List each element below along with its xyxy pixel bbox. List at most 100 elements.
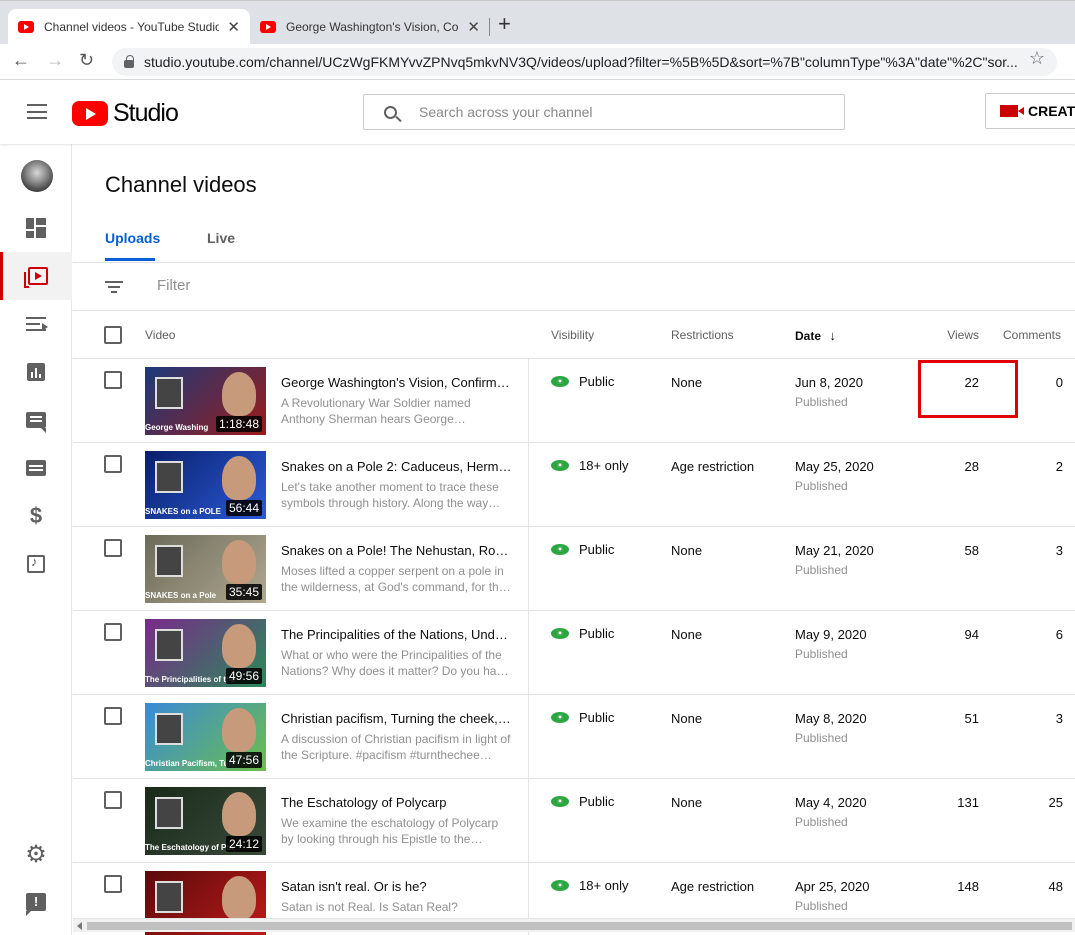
eye-icon xyxy=(551,376,569,387)
sidebar-item-playlists[interactable] xyxy=(0,300,72,348)
column-divider xyxy=(528,695,529,779)
visibility-label: Public xyxy=(579,542,615,557)
menu-icon[interactable] xyxy=(27,104,47,119)
video-table: George Washing 1:18:48 George Washington's… xyxy=(73,359,1075,935)
video-description: A Revolutionary War Soldier named Anthon… xyxy=(281,396,471,426)
sidebar-item-comments[interactable] xyxy=(0,396,72,444)
video-thumbnail[interactable]: George Washing 1:18:48 xyxy=(145,367,266,435)
sidebar-item-monetization[interactable]: $ xyxy=(0,492,72,540)
video-thumbnail[interactable]: Christian Pacifism, Turning t47:56 xyxy=(145,703,266,771)
video-title[interactable]: The Principalities of the Nations, Unde… xyxy=(281,627,513,642)
table-row[interactable]: The Principalities of the Nat49:56 The Pr… xyxy=(73,611,1075,695)
visibility-cell[interactable]: 18+ only xyxy=(551,878,629,893)
column-views[interactable]: Views xyxy=(919,328,979,342)
comments-cell: 3 xyxy=(1055,711,1063,726)
close-tab-icon[interactable]: ✕ xyxy=(467,18,480,36)
sidebar-item-analytics[interactable] xyxy=(0,348,72,396)
url-field[interactable]: studio.youtube.com/channel/UCzWgFKMYvvZP… xyxy=(112,48,1057,76)
row-checkbox[interactable] xyxy=(104,455,122,473)
video-thumbnail[interactable]: SNAKES on a Pole 35:45 xyxy=(145,535,266,603)
column-video: Video xyxy=(145,328,176,342)
video-title[interactable]: George Washington's Vision, Confirme… xyxy=(281,375,513,390)
visibility-cell[interactable]: Public xyxy=(551,710,614,725)
video-title[interactable]: Snakes on a Pole! The Nehustan, Rod … xyxy=(281,543,513,558)
column-restrictions[interactable]: Restrictions xyxy=(671,328,734,342)
video-duration: 35:45 xyxy=(225,584,262,600)
browser-tab-active[interactable]: Channel videos - YouTube Studio ✕ xyxy=(8,9,250,45)
studio-logo[interactable]: Studio xyxy=(72,99,179,128)
sidebar-item-settings[interactable]: ⚙ xyxy=(0,830,72,878)
table-row[interactable]: SNAKES on a POLE 56:44 Snakes on a Pole 2:… xyxy=(73,443,1075,527)
dashboard-icon xyxy=(26,218,46,238)
reload-icon[interactable]: ↻ xyxy=(79,50,94,71)
filter-input[interactable] xyxy=(157,277,457,294)
row-checkbox[interactable] xyxy=(104,791,122,809)
visibility-cell[interactable]: Public xyxy=(551,374,614,389)
column-visibility[interactable]: Visibility xyxy=(551,328,594,342)
video-thumbnail[interactable]: The Principalities of the Nat49:56 xyxy=(145,619,266,687)
presenter-image xyxy=(222,624,256,668)
visibility-cell[interactable]: Public xyxy=(551,794,614,809)
visibility-cell[interactable]: 18+ only xyxy=(551,458,629,473)
youtube-logo-icon xyxy=(72,101,108,126)
thumbnail-caption: SNAKES on a POLE xyxy=(145,507,222,516)
eye-icon xyxy=(551,796,569,807)
table-row[interactable]: SNAKES on a Pole 35:45 Snakes on a Pole! T… xyxy=(73,527,1075,611)
channel-search[interactable] xyxy=(363,94,845,130)
close-tab-icon[interactable]: ✕ xyxy=(227,18,240,36)
row-checkbox[interactable] xyxy=(104,371,122,389)
views-highlight-box xyxy=(918,360,1018,418)
column-divider xyxy=(528,527,529,611)
tab-live[interactable]: Live xyxy=(207,230,235,246)
column-date[interactable]: Date ↓ xyxy=(795,328,836,343)
table-row[interactable]: Christian Pacifism, Turning t47:56 Christ… xyxy=(73,695,1075,779)
status-cell: Published xyxy=(795,395,848,409)
views-cell: 94 xyxy=(964,627,979,642)
bookmark-star-icon[interactable]: ☆ xyxy=(1029,48,1045,69)
video-title[interactable]: Satan isn't real. Or is he? xyxy=(281,879,513,894)
lock-icon xyxy=(124,55,134,68)
row-checkbox[interactable] xyxy=(104,875,122,893)
browser-tab-bar: Channel videos - YouTube Studio ✕ George… xyxy=(0,0,1075,45)
horizontal-scrollbar[interactable] xyxy=(73,918,1075,932)
eye-icon xyxy=(551,628,569,639)
create-button[interactable]: CREATE xyxy=(985,93,1075,129)
visibility-cell[interactable]: Public xyxy=(551,626,614,641)
visibility-cell[interactable]: Public xyxy=(551,542,614,557)
video-title[interactable]: Christian pacifism, Turning the cheek, … xyxy=(281,711,513,726)
channel-avatar[interactable] xyxy=(21,160,53,192)
new-tab-icon[interactable]: + xyxy=(498,11,511,37)
search-input[interactable] xyxy=(419,104,819,120)
video-title[interactable]: The Eschatology of Polycarp xyxy=(281,795,513,810)
presenter-image xyxy=(222,372,256,416)
search-icon xyxy=(384,105,397,119)
filter-icon[interactable] xyxy=(105,281,123,293)
row-checkbox[interactable] xyxy=(104,707,122,725)
tab-title: George Washington's Vision, Cor xyxy=(286,20,460,34)
comments-icon xyxy=(26,412,46,433)
scroll-left-icon[interactable] xyxy=(77,922,82,930)
browser-tab[interactable]: George Washington's Vision, Cor ✕ xyxy=(250,9,490,45)
forward-icon[interactable]: → xyxy=(46,50,64,71)
table-row[interactable]: The Eschatology of Polyc 24:12 The Eschato… xyxy=(73,779,1075,863)
restrictions-cell: None xyxy=(671,795,703,810)
date-cell: May 9, 2020 xyxy=(795,627,867,642)
tab-uploads[interactable]: Uploads xyxy=(105,230,160,246)
scrollbar-thumb[interactable] xyxy=(87,922,1072,930)
column-comments[interactable]: Comments xyxy=(1003,328,1061,342)
row-checkbox[interactable] xyxy=(104,623,122,641)
sidebar-item-subtitles[interactable] xyxy=(0,444,72,492)
sidebar-item-feedback[interactable]: ! xyxy=(0,878,72,926)
visibility-label: Public xyxy=(579,794,615,809)
sidebar-item-videos[interactable] xyxy=(0,252,72,300)
row-checkbox[interactable] xyxy=(104,539,122,557)
views-cell: 58 xyxy=(964,543,979,558)
video-title[interactable]: Snakes on a Pole 2: Caduceus, Herme… xyxy=(281,459,513,474)
restrictions-cell: None xyxy=(671,711,703,726)
video-thumbnail[interactable]: SNAKES on a POLE 56:44 xyxy=(145,451,266,519)
select-all-checkbox[interactable] xyxy=(104,326,122,344)
sidebar-item-audio-library[interactable] xyxy=(0,540,72,588)
back-icon[interactable]: ← xyxy=(12,50,30,71)
sidebar-item-dashboard[interactable] xyxy=(0,204,72,252)
video-thumbnail[interactable]: The Eschatology of Polyc 24:12 xyxy=(145,787,266,855)
